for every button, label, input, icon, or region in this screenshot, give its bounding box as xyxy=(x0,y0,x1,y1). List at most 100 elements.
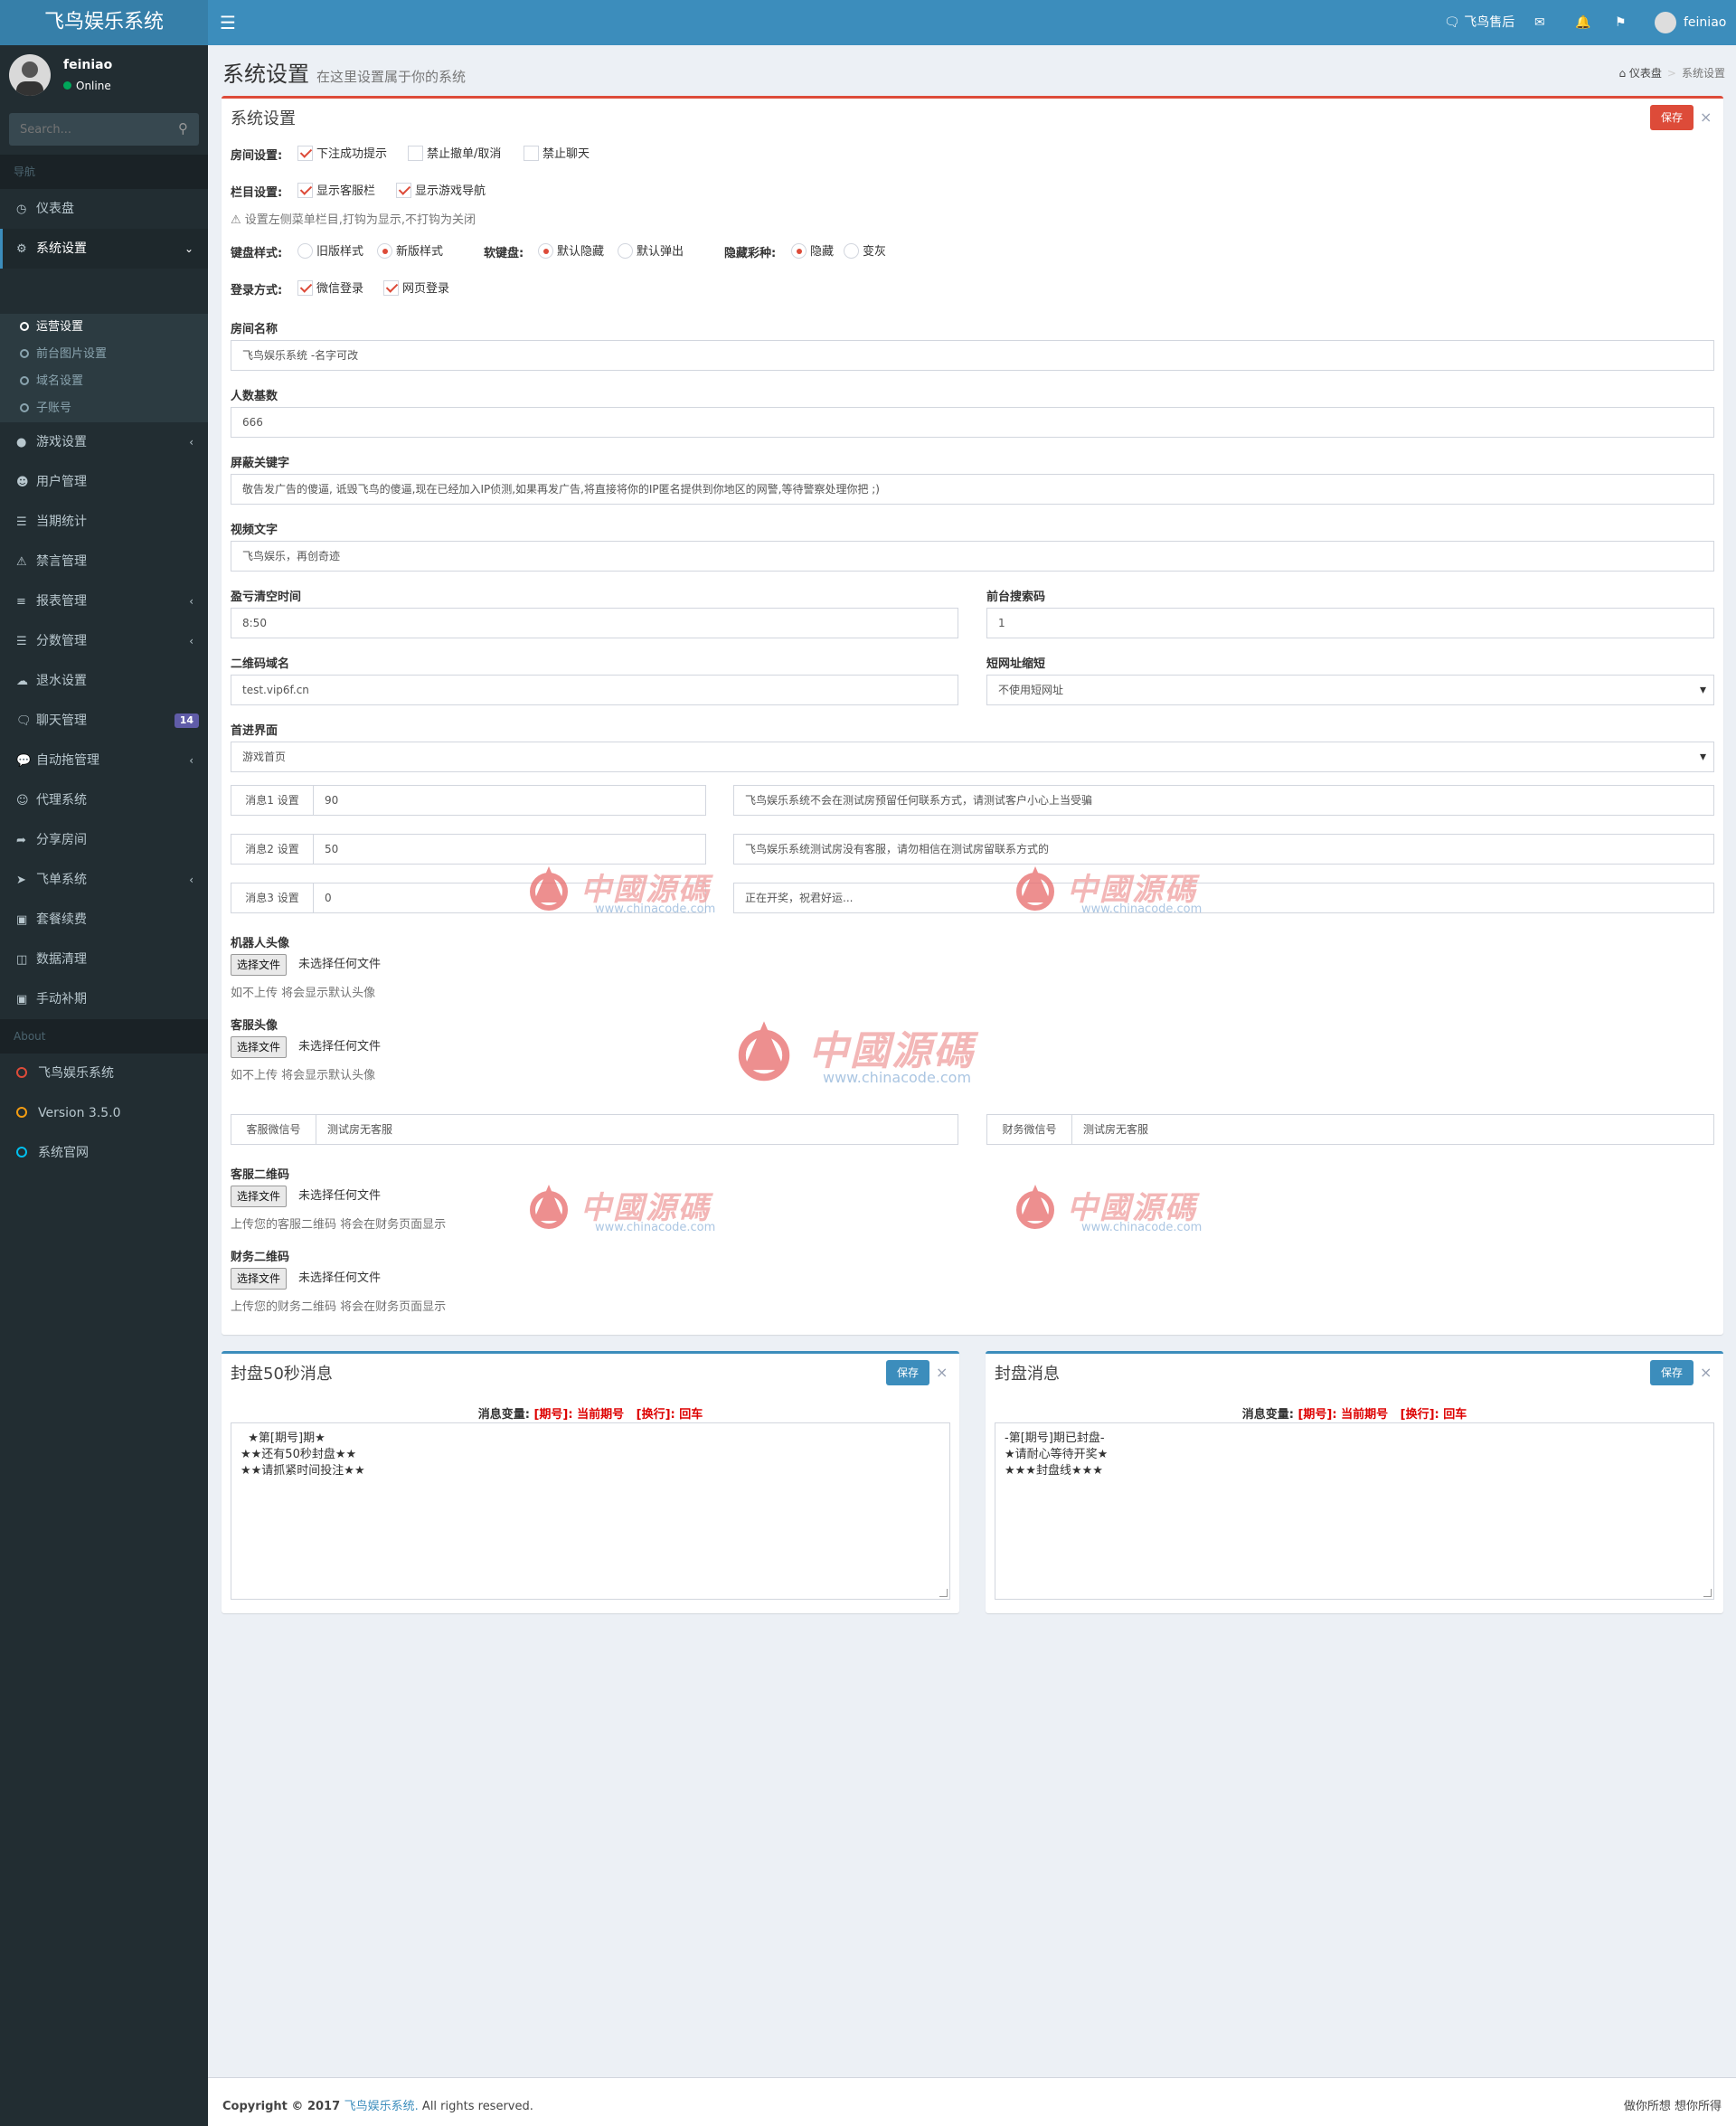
sidebar-item-agent[interactable]: ☺ 代理系统 xyxy=(0,780,208,820)
sidebar-about-brand[interactable]: 飞鸟娱乐系统 xyxy=(0,1054,208,1093)
sidebar-item-mute[interactable]: ⚠ 禁言管理 xyxy=(0,542,208,581)
menu-label: 系统设置 xyxy=(36,241,87,256)
watermark-url: www.chinacode.com xyxy=(1081,1221,1203,1234)
user-menu[interactable]: feiniao xyxy=(1655,0,1727,45)
bet-success-checkbox[interactable]: 下注成功提示 xyxy=(297,146,387,163)
robot-avatar-file-button[interactable]: 选择文件 xyxy=(231,954,288,976)
search-icon[interactable]: ⚲ xyxy=(178,120,188,137)
search-code-input[interactable]: 1 xyxy=(986,608,1714,638)
submenu-subaccount[interactable]: 子账号 xyxy=(0,395,208,422)
breadcrumb-current: 系统设置 xyxy=(1681,67,1725,80)
flag-icon[interactable]: ⚑ xyxy=(1615,0,1627,45)
seal-textarea[interactable]: -第[期号]期已封盘- ★请耐心等待开奖★ ★★★封盘线★★★ xyxy=(995,1422,1714,1600)
gray-radio[interactable]: 变灰 xyxy=(844,243,886,260)
chat-count-badge: 14 xyxy=(174,713,199,728)
softkb-popup-radio[interactable]: 默认弹出 xyxy=(618,243,684,260)
seal-variables: 消息变量: [期号]: 当前期号 [换行]: 回车 xyxy=(986,1404,1723,1422)
no-cancel-checkbox[interactable]: 禁止撤单/取消 xyxy=(408,146,501,163)
fin-qr-file-button[interactable]: 选择文件 xyxy=(231,1268,288,1290)
envelope-icon[interactable]: ✉ xyxy=(1534,0,1545,45)
bell-icon[interactable]: 🔔 xyxy=(1575,0,1590,45)
seal50-variables: 消息变量: [期号]: 当前期号 [换行]: 回车 xyxy=(222,1404,959,1422)
show-game-nav-checkbox[interactable]: 显示游戏导航 xyxy=(396,183,486,200)
close-icon[interactable]: × xyxy=(1700,1364,1712,1382)
no-chat-checkbox[interactable]: 禁止聊天 xyxy=(524,146,590,163)
menu-label: 仪表盘 xyxy=(36,202,74,216)
sidebar-item-chat[interactable]: 🗨 聊天管理 14 xyxy=(0,701,208,741)
sidebar-about-website[interactable]: 系统官网 xyxy=(0,1133,208,1173)
clear-time-label: 盈亏清空时间 xyxy=(231,591,302,604)
menu-label: Version 3.5.0 xyxy=(38,1106,121,1120)
web-login-checkbox[interactable]: 网页登录 xyxy=(383,280,449,298)
seal-save-button[interactable]: 保存 xyxy=(1650,1360,1694,1385)
sidebar-item-renew[interactable]: ▣ 套餐续费 xyxy=(0,900,208,940)
sidebar-item-users[interactable]: ☻ 用户管理 xyxy=(0,462,208,502)
watermark: 中國源碼 www.chinacode.com xyxy=(1009,1181,1217,1241)
cs-wechat-label: 客服微信号 xyxy=(231,1114,316,1145)
msg2-value-input[interactable]: 50 xyxy=(313,834,706,865)
close-icon[interactable]: × xyxy=(936,1364,948,1382)
seal-title: 封盘消息 xyxy=(995,1365,1060,1384)
checkbox-checked-icon xyxy=(297,280,313,296)
sidebar-item-reports[interactable]: ≡ 报表管理 ‹ xyxy=(0,581,208,621)
app-logo[interactable]: 飞鸟娱乐系统 xyxy=(0,0,208,45)
msg3-text-input[interactable]: 正在开奖，祝君好运... xyxy=(733,883,1714,913)
wechat-login-checkbox[interactable]: 微信登录 xyxy=(297,280,363,298)
cs-avatar-file-button[interactable]: 选择文件 xyxy=(231,1036,288,1058)
clear-time-input[interactable]: 8:50 xyxy=(231,608,958,638)
breadcrumb-dashboard[interactable]: 仪表盘 xyxy=(1629,67,1662,80)
search-input[interactable] xyxy=(9,113,163,146)
msg1-text-input[interactable]: 飞鸟娱乐系统不会在测试房预留任何联系方式，请测试客户小心上当受骗 xyxy=(733,785,1714,816)
sidebar-item-manual[interactable]: ▣ 手动补期 xyxy=(0,979,208,1019)
home-icon: ⌂ xyxy=(1618,67,1627,80)
seal50-save-button[interactable]: 保存 xyxy=(886,1360,930,1385)
sidebar-item-scores[interactable]: ☰ 分数管理 ‹ xyxy=(0,621,208,661)
short-url-select[interactable]: 不使用短网址 xyxy=(986,675,1714,705)
sidebar-about-version[interactable]: Version 3.5.0 xyxy=(0,1093,208,1133)
submenu-operations[interactable]: 运营设置 xyxy=(0,314,208,341)
share-icon: ➦ xyxy=(16,834,26,847)
submenu-domain[interactable]: 域名设置 xyxy=(0,368,208,395)
dashboard-icon: ◷ xyxy=(16,203,27,216)
show-cs-checkbox[interactable]: 显示客服栏 xyxy=(297,183,375,200)
sidebar-item-dashboard[interactable]: ◷ 仪表盘 xyxy=(0,189,208,229)
save-button[interactable]: 保存 xyxy=(1650,105,1694,130)
video-text-input[interactable]: 飞鸟娱乐，再创奇迹 xyxy=(231,541,1714,572)
qr-domain-input[interactable]: test.vip6f.cn xyxy=(231,675,958,705)
fin-wechat-input[interactable]: 测试房无客服 xyxy=(1071,1114,1714,1145)
sidebar-item-stats[interactable]: ☰ 当期统计 xyxy=(0,502,208,542)
support-link[interactable]: 🗨 飞鸟售后 xyxy=(1444,0,1514,45)
base-count-input[interactable]: 666 xyxy=(231,407,1714,438)
submenu-front-images[interactable]: 前台图片设置 xyxy=(0,341,208,368)
soft-keyboard-label: 软键盘: xyxy=(484,247,524,260)
paper-plane-icon: ➤ xyxy=(16,874,26,887)
watermark-url: www.chinacode.com xyxy=(1081,902,1203,916)
softkb-hide-radio[interactable]: 默认隐藏 xyxy=(538,243,604,260)
close-icon[interactable]: × xyxy=(1700,109,1712,127)
footer-brand-link[interactable]: 飞鸟娱乐系统. xyxy=(344,2100,419,2113)
menu-label: 用户管理 xyxy=(36,475,87,489)
entry-page-select[interactable]: 游戏首页 xyxy=(231,742,1714,772)
msg2-text-input[interactable]: 飞鸟娱乐系统测试房没有客服，请勿相信在测试房留联系方式的 xyxy=(733,834,1714,865)
cs-wechat-input[interactable]: 测试房无客服 xyxy=(316,1114,958,1145)
sidebar-item-rebate[interactable]: ☁ 退水设置 xyxy=(0,661,208,701)
sidebar-item-game[interactable]: ● 游戏设置 ‹ xyxy=(0,422,208,462)
rights-text: All rights reserved. xyxy=(418,2100,533,2113)
sidebar-item-autobot[interactable]: 💬 自动拖管理 ‹ xyxy=(0,741,208,780)
hide-radio[interactable]: 隐藏 xyxy=(791,243,834,260)
cs-qr-file-button[interactable]: 选择文件 xyxy=(231,1186,288,1207)
sidebar-toggle-icon[interactable]: ☰ xyxy=(217,12,239,33)
msg1-value-input[interactable]: 90 xyxy=(313,785,706,816)
keyboard-style-label: 键盘样式: xyxy=(231,247,283,260)
seal50-textarea[interactable]: ★第[期号]期★ ★★还有50秒封盘★★ ★★请抓紧时间投注★★ xyxy=(231,1422,950,1600)
room-name-input[interactable]: 飞鸟娱乐系统 -名字可改 xyxy=(231,340,1714,371)
sidebar-item-flyorder[interactable]: ➤ 飞单系统 ‹ xyxy=(0,860,208,900)
sidebar-item-share[interactable]: ➦ 分享房间 xyxy=(0,820,208,860)
kb-old-radio[interactable]: 旧版样式 xyxy=(297,243,363,260)
sidebar-item-cleanup[interactable]: ◫ 数据清理 xyxy=(0,940,208,979)
database-icon: ☰ xyxy=(16,635,27,648)
kb-new-radio[interactable]: 新版样式 xyxy=(377,243,443,260)
sidebar-item-settings[interactable]: ⚙ 系统设置 ⌄ xyxy=(0,229,208,269)
keywords-input[interactable]: 敬告发广告的傻逼, 诋毁飞鸟的傻逼,现在已经加入IP侦测,如果再发广告,将直接将… xyxy=(231,474,1714,505)
chevron-left-icon: ‹ xyxy=(189,436,193,449)
